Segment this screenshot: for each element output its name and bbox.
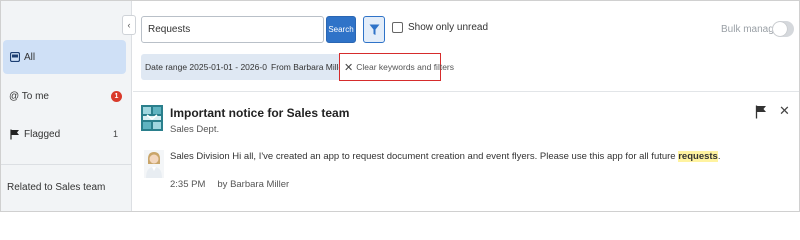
date-range-chip[interactable]: Date range 2025-01-01 - 2026-01-20	[141, 54, 288, 80]
sidebar-item-all[interactable]: All	[3, 40, 126, 74]
flag-message-button[interactable]	[755, 105, 769, 119]
flag-icon	[755, 105, 766, 119]
sidebar-item-label: Flagged	[24, 128, 61, 140]
bulk-manage-label: Bulk manage	[721, 24, 780, 35]
show-unread-checkbox[interactable]: Show only unread	[392, 22, 488, 33]
filter-button[interactable]	[363, 16, 385, 43]
message-app-name: Sales Dept.	[170, 124, 220, 135]
from-chip[interactable]: From Barbara Miller	[267, 54, 351, 80]
clear-filters-button[interactable]: ✕ Clear keywords and filters	[339, 53, 454, 81]
message-meta: 2:35 PM by Barbara Miller	[170, 179, 289, 190]
flag-icon	[9, 129, 21, 140]
collapse-sidebar-button[interactable]: ‹	[122, 15, 136, 35]
sidebar-divider	[1, 164, 131, 165]
app-frame: All @ To me 1 Flagged 1 Related to Sales…	[0, 0, 800, 212]
show-unread-label: Show only unread	[408, 22, 489, 33]
toggle-knob	[773, 22, 787, 36]
inbox-icon	[9, 52, 21, 62]
sidebar-related-label[interactable]: Related to Sales team	[7, 182, 105, 193]
unread-badge: 1	[111, 90, 122, 102]
message-title[interactable]: Important notice for Sales team	[170, 106, 349, 120]
dismiss-message-button[interactable]: ✕	[779, 104, 790, 118]
bulk-manage-toggle[interactable]	[772, 21, 794, 37]
clear-filters-label: Clear keywords and filters	[356, 62, 455, 72]
app-icon	[141, 105, 163, 131]
sidebar-item-label: All	[24, 51, 36, 63]
message-time: 2:35 PM	[170, 179, 206, 190]
close-icon: ✕	[344, 61, 354, 74]
sidebar: All @ To me 1 Flagged 1 Related to Sales…	[1, 1, 132, 211]
search-button[interactable]: Search	[326, 16, 356, 43]
message-body-text: Sales Division Hi all, I've created an a…	[170, 151, 679, 162]
sidebar-item-to-me[interactable]: @ To me 1	[3, 79, 126, 113]
message-body: Sales Division Hi all, I've created an a…	[170, 151, 720, 162]
search-highlight: requests	[678, 151, 718, 162]
sidebar-item-label: @ To me	[9, 90, 49, 102]
sidebar-item-flagged[interactable]: Flagged 1	[3, 117, 126, 151]
filter-icon	[369, 24, 379, 35]
message-body-end: .	[717, 151, 721, 162]
message-author[interactable]: by Barbara Miller	[217, 179, 289, 190]
flagged-count: 1	[112, 129, 118, 139]
list-divider	[133, 91, 799, 92]
search-input[interactable]	[141, 16, 324, 43]
avatar	[144, 150, 164, 178]
checkbox-box	[392, 22, 403, 33]
